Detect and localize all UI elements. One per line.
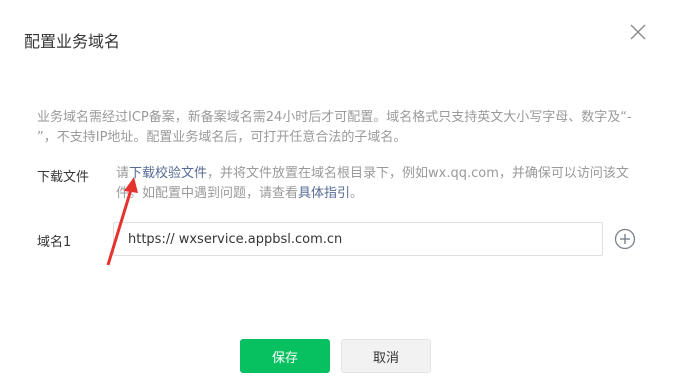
dialog-title: 配置业务域名 xyxy=(24,32,121,51)
domain-1-input[interactable] xyxy=(113,222,603,256)
instruction-suffix: 。 xyxy=(350,186,364,201)
dialog-description: 业务域名需经过ICP备案，新备案域名需24小时后才可配置。域名格式只支持英文大小… xyxy=(37,110,632,145)
cancel-button[interactable]: 取消 xyxy=(341,339,431,373)
download-file-label: 下载文件 xyxy=(37,170,90,185)
download-verify-file-link[interactable]: 下载校验文件 xyxy=(129,166,207,181)
close-icon[interactable] xyxy=(628,22,648,42)
annotation-arrow-icon xyxy=(106,177,138,266)
save-button[interactable]: 保存 xyxy=(240,339,330,373)
download-file-instructions: 请下载校验文件，并将文件放置在域名根目录下，例如wx.qq.com，并确保可以访… xyxy=(116,164,636,204)
guide-link[interactable]: 具体指引 xyxy=(298,186,350,201)
domain-1-label: 域名1 xyxy=(37,235,72,250)
add-domain-icon[interactable] xyxy=(614,228,636,250)
